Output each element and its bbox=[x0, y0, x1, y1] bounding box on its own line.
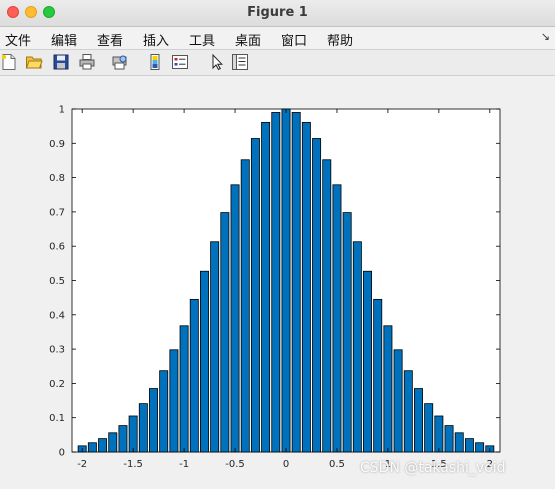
bar bbox=[352, 241, 362, 453]
y-tick-label: 0.5 bbox=[49, 276, 65, 287]
bar bbox=[413, 388, 423, 453]
bar bbox=[210, 241, 220, 453]
bar bbox=[281, 108, 291, 453]
menu-bar: 文件 编辑 查看 插入 工具 桌面 窗口 帮助 ↘ bbox=[0, 27, 555, 50]
y-tick-label: 0.3 bbox=[49, 345, 65, 356]
menu-tools[interactable]: 工具 bbox=[189, 30, 215, 49]
new-figure-icon[interactable] bbox=[0, 53, 18, 71]
y-tick-label: 0.4 bbox=[49, 310, 65, 321]
bar bbox=[342, 212, 352, 453]
bar bbox=[393, 349, 403, 453]
bar bbox=[250, 138, 260, 453]
bar bbox=[98, 438, 108, 453]
bar bbox=[220, 212, 230, 453]
bar bbox=[261, 121, 271, 453]
x-tick-label: 0.5 bbox=[329, 459, 345, 470]
bar bbox=[240, 159, 250, 453]
bar bbox=[322, 159, 332, 453]
menu-view[interactable]: 查看 bbox=[97, 30, 123, 49]
bar bbox=[332, 184, 342, 453]
figure-toolbar bbox=[0, 50, 555, 76]
x-tick-label: 0 bbox=[283, 459, 289, 470]
bar bbox=[312, 138, 322, 453]
print-preview-icon[interactable] bbox=[111, 53, 129, 71]
x-tick-label: -0.5 bbox=[225, 459, 245, 470]
menu-edit[interactable]: 编辑 bbox=[51, 30, 77, 49]
open-folder-icon[interactable] bbox=[25, 53, 43, 71]
menu-window[interactable]: 窗口 bbox=[281, 30, 307, 49]
bar bbox=[373, 298, 383, 453]
bar bbox=[159, 370, 169, 453]
bar bbox=[424, 403, 434, 453]
y-tick-label: 0.8 bbox=[49, 173, 65, 184]
bar bbox=[118, 425, 128, 453]
menu-help[interactable]: 帮助 bbox=[327, 30, 353, 49]
x-tick-label: -2 bbox=[77, 459, 87, 470]
property-inspector-icon[interactable] bbox=[231, 53, 249, 71]
bar bbox=[271, 112, 281, 453]
bar bbox=[291, 112, 301, 453]
bar bbox=[434, 415, 444, 453]
bar bbox=[464, 438, 474, 453]
print-icon[interactable] bbox=[78, 53, 96, 71]
bar bbox=[444, 425, 454, 453]
y-tick-label: 0 bbox=[59, 448, 65, 459]
x-tick-label: -1 bbox=[179, 459, 189, 470]
menu-file[interactable]: 文件 bbox=[5, 30, 31, 49]
menu-insert[interactable]: 插入 bbox=[143, 30, 169, 49]
y-tick-label: 0.1 bbox=[49, 413, 65, 424]
title-bar[interactable]: Figure 1 bbox=[0, 0, 555, 27]
bar bbox=[454, 432, 464, 453]
bar bbox=[138, 403, 148, 453]
y-tick-label: 0.7 bbox=[49, 207, 65, 218]
insert-legend-icon[interactable] bbox=[171, 53, 189, 71]
bar bbox=[179, 325, 189, 453]
bar bbox=[475, 442, 485, 453]
bar bbox=[128, 415, 138, 453]
menu-desktop[interactable]: 桌面 bbox=[235, 30, 261, 49]
bar bbox=[363, 270, 373, 453]
bar bbox=[108, 432, 118, 453]
watermark-text: CSDN @takashi_void bbox=[360, 460, 506, 476]
bar bbox=[169, 349, 179, 453]
bar bbox=[87, 442, 97, 453]
bar bbox=[189, 298, 199, 453]
figure-canvas[interactable]: 0 0.1 0.2 0.3 0.4 0.5 0.6 0.7 0.8 0.9 1 -2 -1.5 -1 -0… bbox=[0, 76, 555, 489]
bar bbox=[383, 325, 393, 453]
y-tick-label: 1 bbox=[59, 105, 65, 116]
bar bbox=[199, 270, 209, 453]
bar bbox=[149, 388, 158, 453]
figure-window: Figure 1 文件 编辑 查看 插入 工具 桌面 窗口 帮助 ↘ 0 0.1… bbox=[0, 0, 555, 489]
bar bbox=[301, 121, 311, 453]
bar bbox=[403, 370, 413, 453]
y-tick-label: 0.9 bbox=[49, 139, 65, 150]
y-tick-label: 0.6 bbox=[49, 242, 65, 253]
link-plot-icon[interactable] bbox=[146, 53, 164, 71]
bar bbox=[230, 184, 240, 453]
y-tick-label: 0.2 bbox=[49, 379, 65, 390]
x-tick-label: -1.5 bbox=[123, 459, 143, 470]
pointer-icon[interactable] bbox=[208, 53, 226, 71]
dock-figure-icon[interactable]: ↘ bbox=[541, 30, 550, 43]
window-title: Figure 1 bbox=[247, 5, 308, 20]
save-icon[interactable] bbox=[52, 53, 70, 71]
